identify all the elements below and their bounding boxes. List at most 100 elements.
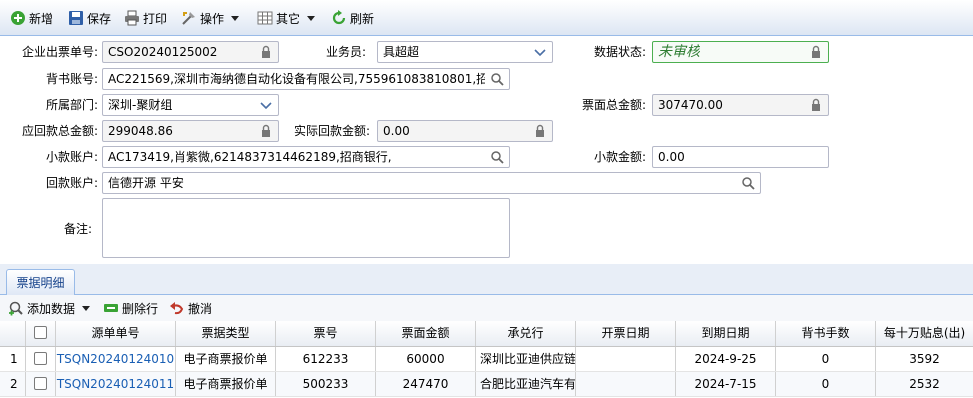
new-label: 新增 (29, 11, 54, 26)
due-date-cell: 2024-9-25 (676, 347, 776, 371)
row-number-header (0, 321, 26, 346)
grid-header: 源单单号 票据类型 票号 票面金额 承兑行 开票日期 到期日期 背书手数 每十万… (0, 321, 973, 347)
tab-ticket-detail[interactable]: 票据明细 (6, 269, 75, 295)
refresh-button[interactable]: 刷新 (331, 8, 374, 28)
lock-icon (262, 124, 270, 137)
undo-button[interactable]: 撤消 (169, 299, 212, 317)
main-toolbar: 新增 保存 打印 操作 其它 刷新 (0, 0, 973, 36)
chevron-down-icon (82, 305, 91, 311)
department-label: 所属部门: (45, 98, 98, 112)
col-header-due-date[interactable]: 到期日期 (676, 321, 776, 346)
order-no-label: 企业出票单号: (21, 45, 98, 59)
refresh-label: 刷新 (350, 11, 375, 26)
actual-received-field[interactable]: 0.00 (377, 120, 553, 142)
chevron-down-icon (534, 49, 546, 57)
search-icon[interactable] (741, 176, 755, 190)
row-select-cell[interactable] (26, 347, 56, 371)
printer-icon (124, 10, 140, 26)
acceptor-cell: 深圳比亚迪供应链管 (476, 347, 576, 371)
grid-icon (257, 10, 273, 26)
due-date-cell: 2024-7-15 (676, 372, 776, 396)
table-row[interactable]: 1 TSQN20240124010 电子商票报价单 612233 60000 深… (0, 347, 973, 372)
add-data-label: 添加数据 (27, 301, 76, 316)
detail-tabstrip: 票据明细 (0, 264, 973, 295)
row-checkbox[interactable] (34, 377, 47, 390)
order-no-field[interactable]: CSO20240125002 (102, 41, 279, 63)
small-account-field[interactable]: AC173419,肖紫微,6214837314462189,招商银行, (102, 146, 510, 168)
lock-icon (536, 124, 544, 137)
select-all-checkbox[interactable] (34, 326, 47, 339)
acceptor-cell: 合肥比亚迪汽车有限 (476, 372, 576, 396)
col-header-type[interactable]: 票据类型 (176, 321, 276, 346)
salesman-label: 业务员: (325, 45, 366, 59)
lock-icon (262, 45, 270, 58)
lock-icon (812, 45, 820, 58)
search-icon[interactable] (490, 72, 504, 86)
save-label: 保存 (87, 11, 112, 26)
add-data-button[interactable]: 添加数据 (8, 299, 91, 317)
add-icon (10, 10, 26, 26)
chevron-down-icon (231, 15, 240, 21)
other-label: 其它 (276, 11, 301, 26)
row-number: 2 (0, 372, 26, 396)
issue-date-cell (576, 347, 676, 371)
save-icon (68, 10, 84, 26)
col-header-ticket-no[interactable]: 票号 (276, 321, 376, 346)
col-header-acceptor[interactable]: 承兑行 (476, 321, 576, 346)
add-data-icon (8, 300, 24, 316)
discount-cell: 3592 (909, 352, 940, 366)
department-select[interactable]: 深圳-聚财组 (102, 94, 279, 116)
search-icon[interactable] (490, 150, 504, 164)
receivable-total-field[interactable]: 299048.86 (102, 120, 279, 142)
delete-row-label: 删除行 (122, 301, 159, 316)
save-button[interactable]: 保存 (68, 8, 111, 28)
source-no-link[interactable]: TSQN20240124011 (56, 372, 176, 396)
print-button[interactable]: 打印 (124, 8, 167, 28)
source-no-link[interactable]: TSQN20240124010 (56, 347, 176, 371)
data-status-label: 数据状态: (593, 45, 646, 59)
new-button[interactable]: 新增 (10, 8, 53, 28)
ticket-no-cell: 500233 (276, 372, 376, 396)
amount-cell: 247470 (376, 372, 476, 396)
col-header-issue-date[interactable]: 开票日期 (576, 321, 676, 346)
delete-row-icon (103, 300, 119, 316)
col-header-endorse-count[interactable]: 背书手数 (776, 321, 876, 346)
small-amount-field[interactable]: 0.00 (652, 146, 829, 168)
amount-cell: 60000 (376, 347, 476, 371)
salesman-select[interactable]: 具超超 (377, 41, 553, 63)
type-cell: 电子商票报价单 (176, 347, 276, 371)
discount-cell: 2532 (909, 377, 940, 391)
col-header-source-no[interactable]: 源单单号 (56, 321, 176, 346)
row-checkbox[interactable] (34, 352, 47, 365)
face-total-label: 票面总金额: (581, 98, 646, 112)
type-cell: 电子商票报价单 (176, 372, 276, 396)
return-account-field[interactable]: 信德开源 平安 (102, 172, 761, 194)
return-account-label: 回款账户: (45, 176, 98, 190)
row-select-cell[interactable] (26, 372, 56, 396)
status-badge: 未审核 (652, 41, 829, 63)
tools-icon (181, 10, 197, 26)
lock-icon (812, 98, 820, 111)
remark-label: 备注: (63, 222, 92, 236)
operate-label: 操作 (200, 11, 225, 26)
endorse-count-cell: 0 (776, 347, 876, 371)
table-row[interactable]: 2 TSQN20240124011 电子商票报价单 500233 247470 … (0, 372, 973, 397)
face-total-field[interactable]: 307470.00 (652, 94, 829, 116)
delete-row-button[interactable]: 删除行 (103, 299, 158, 317)
undo-icon (169, 300, 185, 316)
print-label: 打印 (143, 11, 168, 26)
operate-menu-button[interactable]: 操作 (181, 8, 240, 28)
endorse-count-cell: 0 (776, 372, 876, 396)
refresh-icon (331, 10, 347, 26)
small-account-label: 小款账户: (45, 150, 98, 164)
actual-received-label: 实际回款金额: (293, 124, 370, 138)
col-header-discount[interactable]: 每十万贴息(出) (876, 321, 973, 346)
small-amount-label: 小款金额: (593, 150, 646, 164)
endorse-account-label: 背书账号: (45, 72, 98, 86)
other-menu-button[interactable]: 其它 (257, 8, 316, 28)
issue-date-cell (576, 372, 676, 396)
select-all-header[interactable] (26, 321, 56, 346)
endorse-account-field[interactable]: AC221569,深圳市海纳德自动化设备有限公司,755961083810801… (102, 68, 510, 90)
col-header-amount[interactable]: 票面金额 (376, 321, 476, 346)
remark-textarea[interactable] (102, 198, 510, 258)
